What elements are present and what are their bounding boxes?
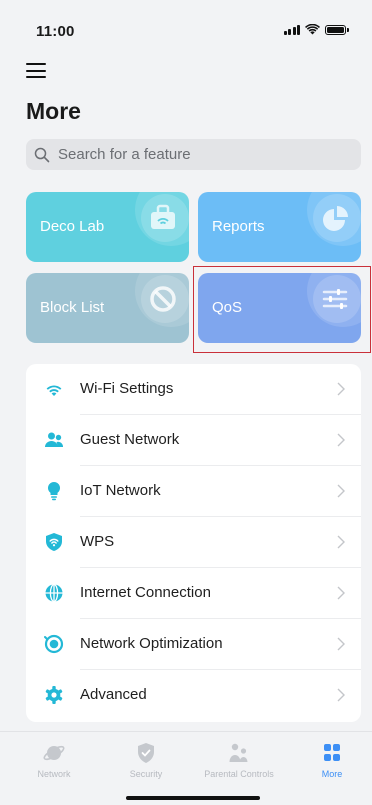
wifi-status-icon: [305, 24, 320, 35]
home-indicator[interactable]: [126, 796, 260, 800]
tile-label: Deco Lab: [40, 218, 105, 235]
tile-block-list[interactable]: Block List: [26, 273, 189, 343]
tab-label: Parental Controls: [204, 769, 274, 779]
tile-label: Reports: [212, 218, 265, 235]
pie-chart-icon: [323, 206, 348, 231]
shield-icon: [138, 743, 154, 763]
chevron-right-icon: [337, 586, 345, 600]
tab-more[interactable]: More: [287, 742, 372, 779]
list-item-iot-network[interactable]: IoT Network: [26, 466, 361, 517]
bottom-tab-bar: Network Security Parental Controls More: [0, 731, 372, 805]
tile-deco-lab[interactable]: Deco Lab: [26, 192, 189, 262]
list-item-internet-connection[interactable]: Internet Connection: [26, 568, 361, 619]
list-item-label: Advanced: [80, 686, 147, 703]
block-icon: [150, 286, 176, 312]
battery-icon: [325, 24, 349, 35]
list-item-wifi-settings[interactable]: Wi-Fi Settings: [26, 364, 361, 415]
chevron-right-icon: [337, 688, 345, 702]
list-item-advanced[interactable]: Advanced: [26, 670, 361, 721]
chevron-right-icon: [337, 382, 345, 396]
tile-reports[interactable]: Reports: [198, 192, 361, 262]
tab-parental-controls[interactable]: Parental Controls: [194, 742, 284, 779]
search-bar[interactable]: [26, 139, 361, 170]
gear-icon: [45, 686, 63, 704]
toolbox-icon: [151, 204, 175, 229]
chevron-right-icon: [337, 535, 345, 549]
status-icons: [283, 24, 349, 35]
optimization-icon: [44, 634, 64, 654]
sliders-icon: [322, 289, 348, 309]
tab-network[interactable]: Network: [9, 742, 99, 779]
guest-users-icon: [45, 432, 64, 447]
search-icon: [34, 147, 50, 162]
list-item-label: Wi-Fi Settings: [80, 380, 174, 397]
tab-label: More: [321, 769, 343, 779]
list-item-label: Network Optimization: [80, 635, 223, 652]
cellular-signal-icon: [283, 24, 300, 35]
tile-label: QoS: [212, 299, 243, 316]
chevron-right-icon: [337, 637, 345, 651]
lightbulb-icon: [47, 481, 61, 501]
tab-security[interactable]: Security: [101, 742, 191, 779]
search-input[interactable]: [56, 145, 361, 164]
status-time: 11:00: [36, 23, 75, 40]
tab-label: Security: [129, 769, 163, 779]
status-bar: 11:00: [0, 0, 372, 50]
list-item-network-optimization[interactable]: Network Optimization: [26, 619, 361, 670]
tile-qos[interactable]: QoS: [198, 273, 361, 343]
list-item-wps[interactable]: WPS: [26, 517, 361, 568]
menu-hamburger-icon[interactable]: [26, 63, 46, 79]
list-item-guest-network[interactable]: Guest Network: [26, 415, 361, 466]
list-item-label: IoT Network: [80, 482, 161, 499]
tab-label: Network: [37, 769, 71, 779]
globe-icon: [45, 583, 63, 603]
wps-shield-icon: [46, 533, 62, 551]
grid-icon: [324, 744, 340, 761]
list-item-label: Internet Connection: [80, 584, 211, 601]
settings-list: Wi-Fi Settings Guest Network IoT Network: [26, 364, 361, 722]
tile-label: Block List: [40, 299, 105, 316]
page-title: More: [26, 98, 81, 124]
wifi-icon: [46, 385, 62, 396]
family-icon: [229, 743, 248, 762]
list-item-label: Guest Network: [80, 431, 180, 448]
chevron-right-icon: [337, 484, 345, 498]
planet-icon: [43, 745, 65, 761]
chevron-right-icon: [337, 433, 345, 447]
list-item-label: WPS: [80, 533, 115, 550]
